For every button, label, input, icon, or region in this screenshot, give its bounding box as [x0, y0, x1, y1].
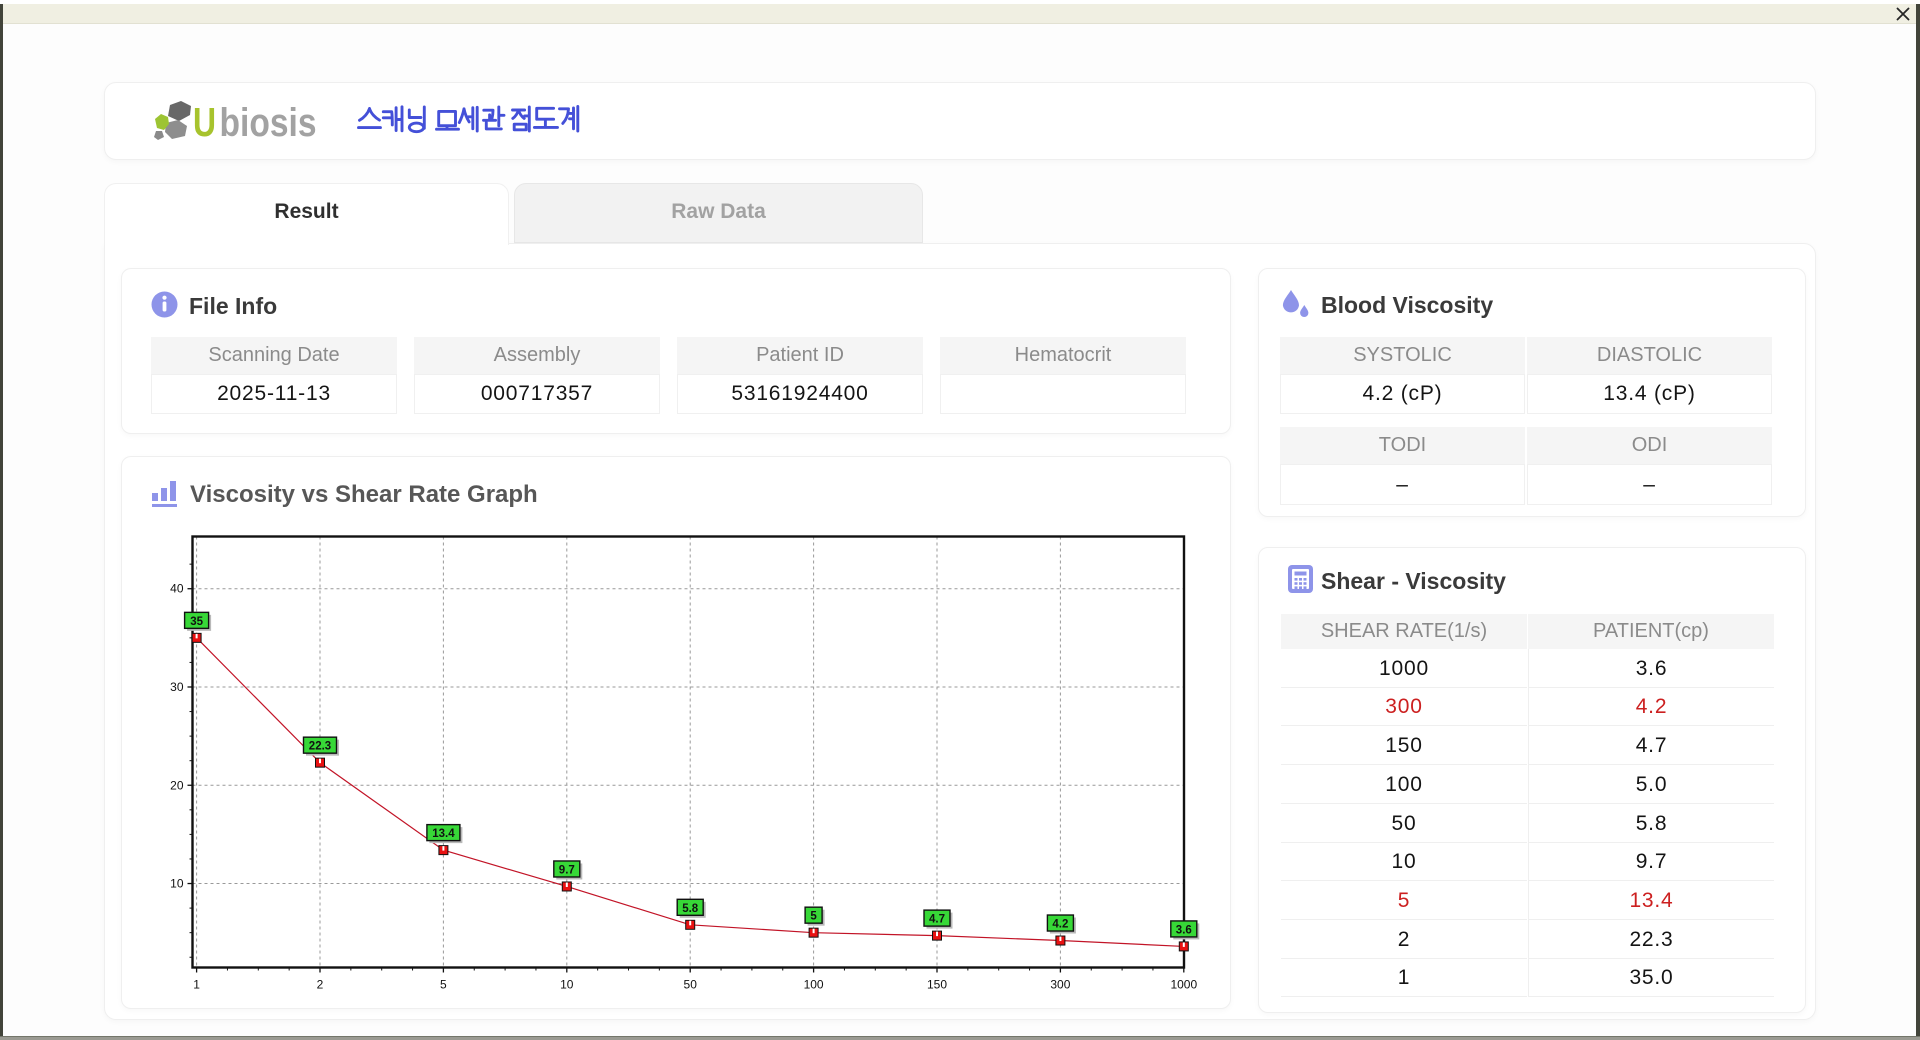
svg-text:10: 10	[560, 978, 574, 992]
svg-text:30: 30	[170, 680, 184, 694]
svg-text:1000: 1000	[1170, 978, 1197, 992]
svg-text:20: 20	[170, 778, 184, 792]
svg-text:10: 10	[170, 877, 184, 891]
svg-text:100: 100	[804, 978, 824, 992]
svg-text:5: 5	[440, 978, 447, 992]
svg-text:2: 2	[317, 978, 324, 992]
svg-text:biosis: biosis	[220, 101, 317, 145]
svg-text:5: 5	[810, 911, 817, 923]
svg-text:300: 300	[1050, 978, 1070, 992]
svg-text:22.3: 22.3	[309, 741, 331, 753]
svg-text:150: 150	[927, 978, 947, 992]
svg-text:1: 1	[193, 978, 200, 992]
svg-text:50: 50	[684, 978, 698, 992]
svg-text:40: 40	[170, 582, 184, 596]
svg-text:5.8: 5.8	[682, 903, 699, 915]
svg-text:4.7: 4.7	[929, 914, 945, 926]
svg-text:9.7: 9.7	[559, 864, 575, 876]
svg-text:35: 35	[190, 616, 203, 628]
svg-text:4.2: 4.2	[1052, 919, 1068, 931]
svg-text:3.6: 3.6	[1176, 924, 1192, 936]
svg-text:13.4: 13.4	[432, 828, 455, 840]
svg-text:U: U	[193, 99, 216, 145]
